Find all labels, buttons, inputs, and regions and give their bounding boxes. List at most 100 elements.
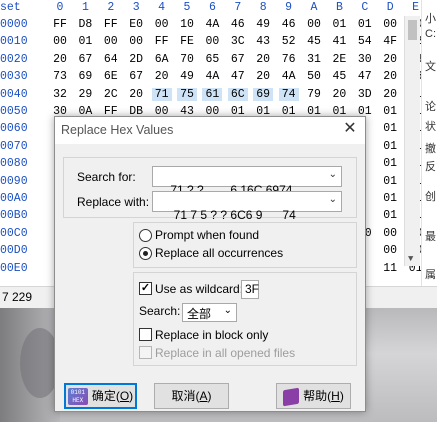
hex-byte[interactable]: 43 [253, 35, 273, 48]
hex-byte[interactable]: 75 [177, 87, 197, 101]
hex-byte[interactable]: 45 [304, 35, 324, 48]
hex-byte[interactable]: 52 [279, 35, 299, 48]
hex-byte[interactable]: 6E [101, 70, 121, 83]
hex-byte[interactable]: 00 [304, 18, 324, 31]
hex-byte[interactable]: E0 [126, 18, 146, 31]
close-icon[interactable]: ✕ [341, 120, 359, 138]
hex-byte[interactable]: 11 [380, 262, 400, 275]
hex-byte[interactable]: 61 [202, 87, 223, 101]
search-for-input[interactable]: 71 ? ? 6 16C 6974 ⌄ [152, 166, 342, 197]
hex-byte[interactable]: FF [101, 18, 121, 31]
hex-byte[interactable]: 4F [380, 35, 400, 48]
hex-byte[interactable]: 4A [202, 70, 222, 83]
search-scope-select[interactable]: 全部 ⌄ [182, 303, 237, 322]
hex-byte[interactable]: 49 [177, 70, 197, 83]
hex-byte[interactable]: 00 [126, 35, 146, 48]
hex-byte[interactable]: 71 [151, 87, 172, 101]
chevron-down-icon[interactable]: ⌄ [224, 305, 232, 316]
hex-byte[interactable]: 20 [380, 70, 400, 83]
hex-byte[interactable]: 47 [228, 70, 248, 83]
prompt-when-found-radio[interactable] [139, 229, 152, 242]
hex-byte[interactable]: 46 [279, 18, 299, 31]
hex-byte[interactable]: 01 [380, 105, 400, 118]
hex-byte[interactable]: 45 [329, 70, 349, 83]
hex-byte[interactable]: 00 [50, 35, 70, 48]
hex-byte[interactable]: 20 [329, 88, 349, 101]
hex-byte[interactable]: 41 [329, 35, 349, 48]
hex-byte[interactable]: 00 [202, 35, 222, 48]
use-wildcard-label[interactable]: Use as wildcard: [155, 282, 243, 296]
hex-byte[interactable]: 01 [380, 140, 400, 153]
hex-byte[interactable]: 67 [126, 70, 146, 83]
hex-byte[interactable]: 6C [227, 87, 248, 101]
hex-byte[interactable]: 20 [253, 53, 273, 66]
ok-button[interactable]: 0101 HEX 确定(O) [64, 383, 137, 409]
hex-byte[interactable]: 2D [126, 53, 146, 66]
hex-byte[interactable]: 2E [329, 53, 349, 66]
hex-byte[interactable]: 00 [152, 18, 172, 31]
hex-byte[interactable]: 67 [228, 53, 248, 66]
wildcard-value-input[interactable]: 3F [241, 280, 259, 299]
hex-byte[interactable]: 01 [75, 35, 95, 48]
hex-byte[interactable]: 47 [355, 70, 375, 83]
hex-byte[interactable]: 4A [202, 18, 222, 31]
hex-byte[interactable]: 76 [279, 53, 299, 66]
block-only-checkbox[interactable] [139, 328, 152, 341]
hex-byte[interactable]: 20 [380, 88, 400, 101]
hex-byte[interactable]: 50 [304, 70, 324, 83]
hex-byte[interactable]: 64 [101, 53, 121, 66]
hex-byte[interactable]: 01 [380, 209, 400, 222]
replace-all-radio[interactable] [139, 247, 152, 260]
hex-byte[interactable]: 01 [380, 175, 400, 188]
hex-byte[interactable]: 20 [126, 88, 146, 101]
hex-byte[interactable]: 79 [304, 88, 324, 101]
hex-byte[interactable]: 00 [380, 244, 400, 257]
hex-byte[interactable]: 32 [50, 88, 70, 101]
prompt-when-found-label[interactable]: Prompt when found [155, 228, 259, 242]
cancel-button[interactable]: 取消(A) [154, 383, 229, 409]
hex-byte[interactable]: 67 [75, 53, 95, 66]
hex-byte[interactable]: 01 [380, 157, 400, 170]
hex-byte[interactable]: 70 [177, 53, 197, 66]
hex-byte[interactable]: 20 [380, 53, 400, 66]
hex-byte[interactable]: 00 [101, 35, 121, 48]
hex-byte[interactable]: 65 [202, 53, 222, 66]
hex-byte[interactable]: FF [50, 18, 70, 31]
hex-byte[interactable]: 01 [355, 18, 375, 31]
hex-byte[interactable]: 20 [253, 70, 273, 83]
hex-byte[interactable]: 69 [75, 70, 95, 83]
scroll-down-arrow-icon[interactable]: ▼ [408, 254, 413, 264]
hex-byte[interactable]: 01 [380, 122, 400, 135]
hex-byte[interactable]: 46 [228, 18, 248, 31]
help-button[interactable]: 帮助(H) [276, 383, 351, 409]
vertical-scrollbar[interactable]: ▼ [404, 16, 420, 266]
hex-byte[interactable]: FE [177, 35, 197, 48]
hex-byte[interactable]: 10 [177, 18, 197, 31]
scrollbar-thumb[interactable] [408, 20, 417, 40]
hex-byte[interactable]: 73 [50, 70, 70, 83]
replace-with-input[interactable]: 71 7 5 ? ? 6C6 9 74 ⌄ [152, 191, 342, 222]
hex-byte[interactable]: 3C [228, 35, 248, 48]
block-only-label[interactable]: Replace in block only [155, 328, 268, 342]
hex-byte[interactable]: D8 [75, 18, 95, 31]
hex-byte[interactable]: 20 [152, 70, 172, 83]
hex-byte[interactable]: 69 [253, 87, 274, 101]
hex-byte[interactable]: 3D [355, 88, 375, 101]
hex-byte[interactable]: 30 [355, 53, 375, 66]
hex-byte[interactable]: 01 [329, 18, 349, 31]
hex-byte[interactable]: 4A [279, 70, 299, 83]
hex-byte[interactable]: 20 [50, 53, 70, 66]
chevron-down-icon[interactable]: ⌄ [329, 194, 337, 205]
use-wildcard-checkbox[interactable]: ✓ [139, 282, 152, 295]
hex-byte[interactable]: FF [152, 35, 172, 48]
hex-byte[interactable]: 6A [152, 53, 172, 66]
hex-byte[interactable]: 01 [380, 192, 400, 205]
hex-byte[interactable]: 54 [355, 35, 375, 48]
chevron-down-icon[interactable]: ⌄ [329, 169, 337, 180]
hex-byte[interactable]: 74 [278, 87, 299, 101]
hex-byte[interactable]: 31 [304, 53, 324, 66]
hex-byte[interactable]: 00 [380, 18, 400, 31]
hex-byte[interactable]: 2C [101, 88, 121, 101]
hex-byte[interactable]: 00 [380, 227, 400, 240]
hex-byte[interactable]: 49 [253, 18, 273, 31]
